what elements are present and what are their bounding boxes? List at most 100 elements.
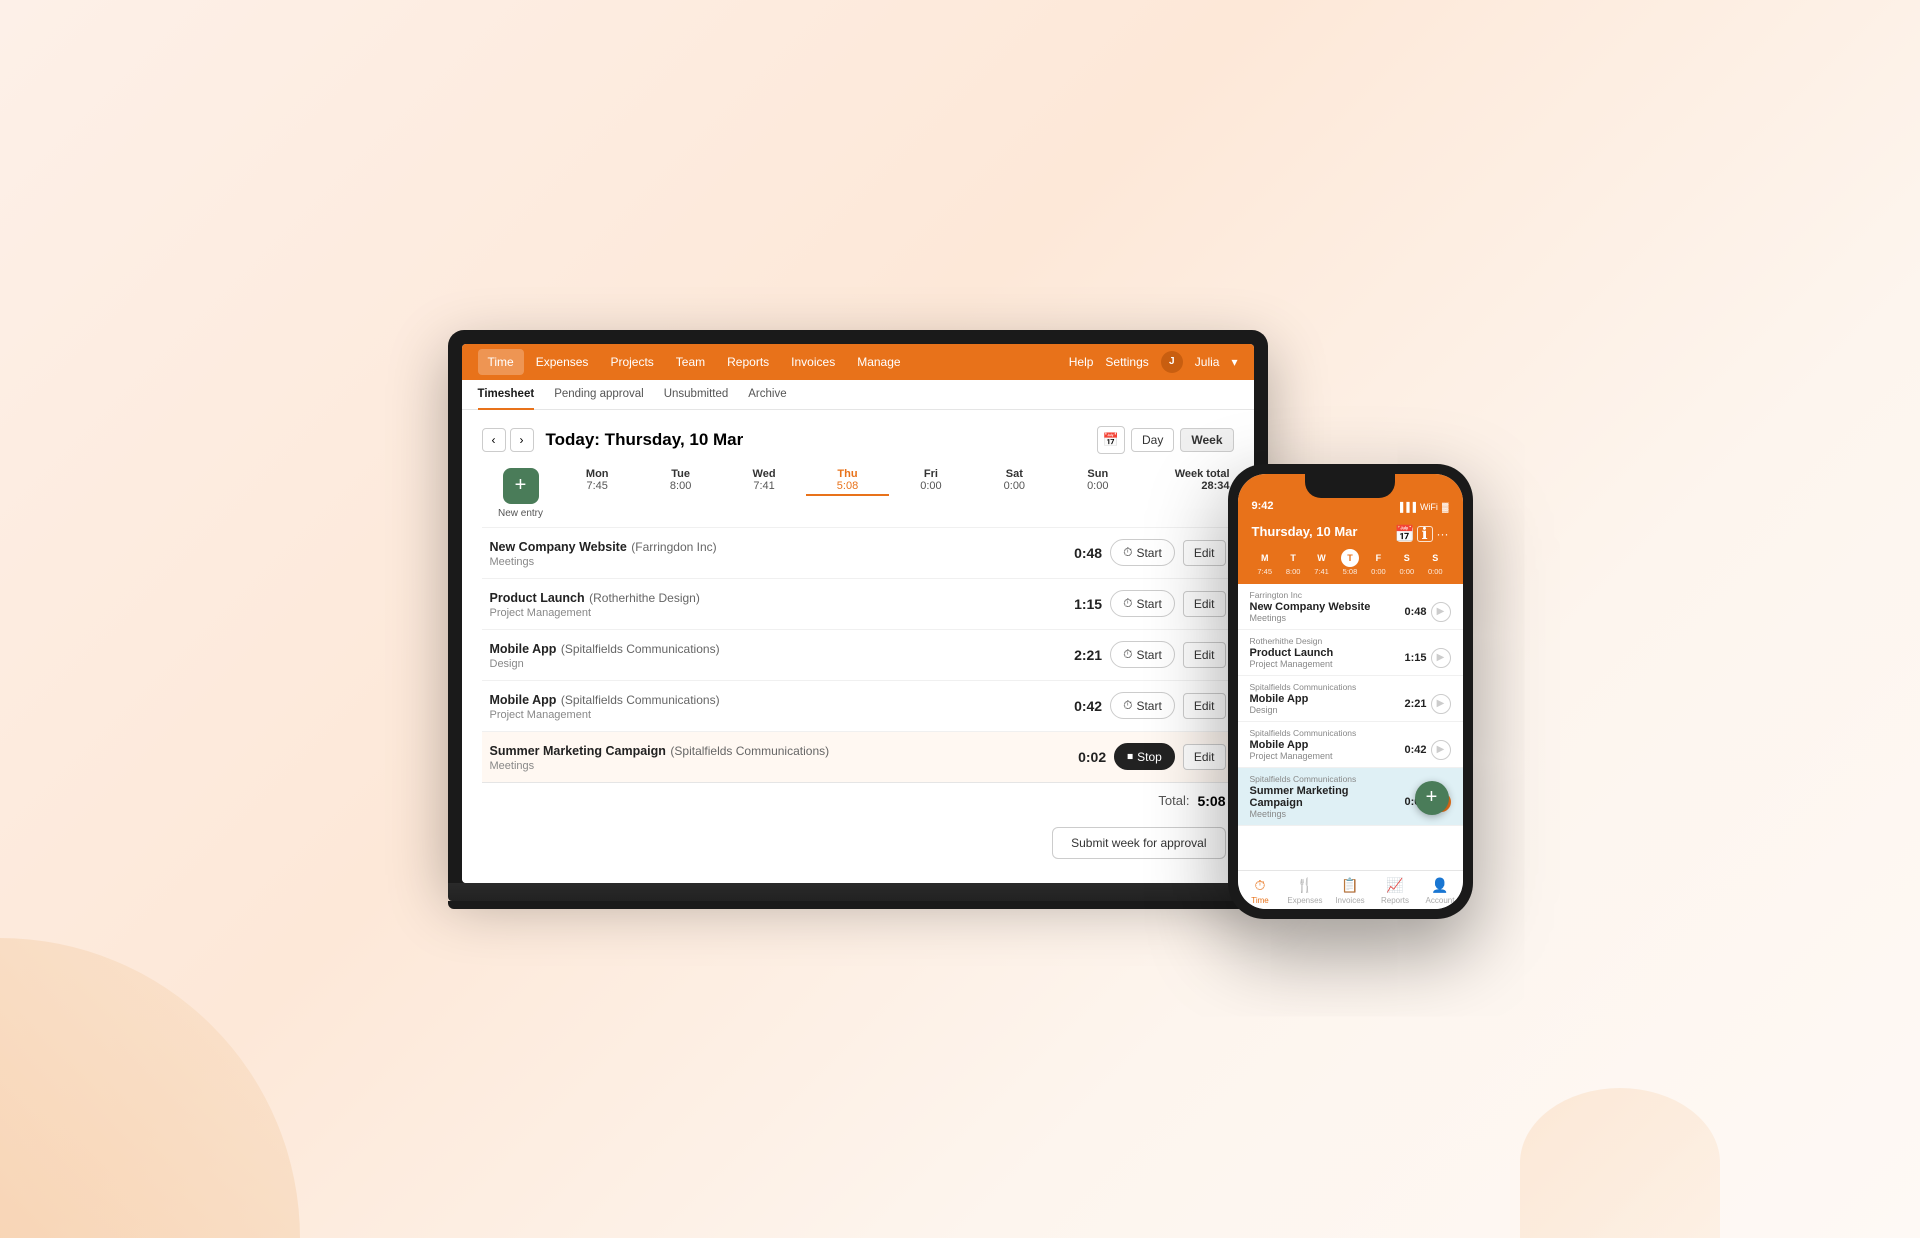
entry-edit-button-0[interactable]: Edit [1183, 540, 1226, 566]
nav-projects[interactable]: Projects [600, 349, 663, 375]
nav-time[interactable]: Time [478, 349, 524, 375]
entry-category-3: Project Management [490, 709, 1055, 721]
entry-category-1: Project Management [490, 607, 1055, 619]
day-col-tue: Tue 8:00 [639, 468, 722, 519]
entry-edit-button-2[interactable]: Edit [1183, 642, 1226, 668]
phone-body: 9:42 ▐▐▐ WiFi ▓ Thursday, 10 Mar 📅 ℹ [1228, 464, 1473, 919]
phone-day-tab-fri[interactable]: F 0:00 [1365, 549, 1391, 576]
entry-start-button-1[interactable]: ⏱ Start [1110, 590, 1175, 617]
nav-invoices[interactable]: Invoices [781, 349, 845, 375]
phone-day-tab-mon[interactable]: M 7:45 [1252, 549, 1278, 576]
submit-week-button[interactable]: Submit week for approval [1052, 827, 1225, 859]
phone-day-letter-thu: T [1341, 549, 1359, 567]
entry-stop-label-4: Stop [1137, 750, 1162, 764]
phone-day-hours-thu: 5:08 [1343, 567, 1358, 576]
signal-icon: ▐▐▐ [1397, 502, 1416, 512]
phone-nav-time[interactable]: ⏱ Time [1238, 877, 1283, 905]
phone-entry-play-0[interactable]: ▶ [1431, 602, 1451, 622]
day-hours-mon: 7:45 [587, 480, 608, 492]
phone-fab-button[interactable]: + [1415, 781, 1449, 815]
day-col-wed: Wed 7:41 [722, 468, 805, 519]
day-view-button[interactable]: Day [1131, 428, 1174, 452]
phone-nav-time-label: Time [1251, 896, 1268, 905]
phone-more-icon[interactable]: ··· [1437, 527, 1449, 541]
phone-entry-row-2: Mobile App Design 2:21 ▶ [1250, 693, 1451, 715]
day-name-tue: Tue [671, 468, 690, 480]
phone-day-letter-sat: S [1398, 549, 1416, 567]
entry-client-2: (Spitalfields Communications) [561, 642, 720, 656]
phone-nav-invoices[interactable]: 📋 Invoices [1328, 877, 1373, 905]
entry-start-label-0: Start [1136, 546, 1161, 560]
entry-edit-button-4[interactable]: Edit [1183, 744, 1226, 770]
phone-day-tab-wed[interactable]: W 7:41 [1308, 549, 1334, 576]
total-value: 5:08 [1197, 793, 1225, 809]
phone-day-hours-wed: 7:41 [1314, 567, 1329, 576]
entry-edit-button-1[interactable]: Edit [1183, 591, 1226, 617]
day-name-thu: Thu [837, 468, 857, 480]
calendar-icon-button[interactable]: 📅 [1097, 426, 1125, 454]
phone-device: 9:42 ▐▐▐ WiFi ▓ Thursday, 10 Mar 📅 ℹ [1228, 464, 1473, 919]
phone-entry-client-4: Spitalfields Communications [1250, 774, 1451, 784]
phone-day-tab-sat[interactable]: S 0:00 [1394, 549, 1420, 576]
nav-manage[interactable]: Manage [847, 349, 910, 375]
clock-icon-0: ⏱ [1123, 545, 1132, 560]
app-main-content: ‹ › Today: Thursday, 10 Mar 📅 Day Week [462, 410, 1254, 883]
entry-start-button-0[interactable]: ⏱ Start [1110, 539, 1175, 566]
tab-archive[interactable]: Archive [748, 380, 786, 410]
app-navbar: Time Expenses Projects Team Reports Invo… [462, 344, 1254, 380]
entry-project-4: Summer Marketing Campaign [490, 744, 666, 758]
phone-day-letter-tue: T [1284, 549, 1302, 567]
laptop-bezel: Time Expenses Projects Team Reports Invo… [448, 330, 1268, 883]
nav-help[interactable]: Help [1069, 355, 1094, 369]
plus-icon: + [503, 468, 539, 504]
nav-reports[interactable]: Reports [717, 349, 779, 375]
phone-day-tab-thu[interactable]: T 5:08 [1337, 549, 1363, 576]
phone-entry-play-1[interactable]: ▶ [1431, 648, 1451, 668]
phone-entry-cat-1: Project Management [1250, 659, 1334, 669]
phone-day-tab-sun[interactable]: S 0:00 [1422, 549, 1448, 576]
nav-team[interactable]: Team [666, 349, 715, 375]
phone-nav-expenses-label: Expenses [1287, 896, 1322, 905]
tab-unsubmitted[interactable]: Unsubmitted [664, 380, 729, 410]
entry-project-1: Product Launch [490, 591, 585, 605]
time-entry-1: Product Launch (Rotherhithe Design) Proj… [482, 578, 1234, 629]
phone-calendar-icon[interactable]: 📅 [1397, 526, 1413, 542]
day-col-sat: Sat 0:00 [973, 468, 1056, 519]
entry-info-3: Mobile App (Spitalfields Communications)… [490, 691, 1055, 721]
nav-expenses[interactable]: Expenses [526, 349, 599, 375]
user-avatar[interactable]: J [1161, 351, 1183, 373]
week-view-button[interactable]: Week [1180, 428, 1233, 452]
phone-entry-client-0: Farrington Inc [1250, 590, 1451, 600]
week-total-label: Week total [1140, 468, 1230, 480]
phone-time: 9:42 [1252, 500, 1274, 512]
phone-nav-account[interactable]: 👤 Account [1418, 877, 1463, 905]
entry-edit-button-3[interactable]: Edit [1183, 693, 1226, 719]
phone-entry-client-1: Rotherhithe Design [1250, 636, 1451, 646]
phone-nav-expenses-icon: 🍴 [1296, 877, 1313, 894]
phone-entry-main-0: New Company Website Meetings [1250, 601, 1371, 623]
tab-timesheet[interactable]: Timesheet [478, 380, 535, 410]
prev-date-button[interactable]: ‹ [482, 428, 506, 452]
phone-nav-account-label: Account [1426, 896, 1455, 905]
phone-day-tab-tue[interactable]: T 8:00 [1280, 549, 1306, 576]
phone-entry-main-3: Mobile App Project Management [1250, 739, 1333, 761]
entry-start-button-2[interactable]: ⏱ Start [1110, 641, 1175, 668]
entry-category-4: Meetings [490, 760, 1059, 772]
phone-entry-play-2[interactable]: ▶ [1431, 694, 1451, 714]
phone-entry-cat-0: Meetings [1250, 613, 1371, 623]
week-total-column: Week total 28:34 [1140, 468, 1230, 519]
phone-nav-expenses[interactable]: 🍴 Expenses [1283, 877, 1328, 905]
phone-nav-time-icon: ⏱ [1255, 877, 1266, 894]
phone-nav-reports[interactable]: 📈 Reports [1373, 877, 1418, 905]
nav-settings[interactable]: Settings [1105, 355, 1148, 369]
entry-start-button-3[interactable]: ⏱ Start [1110, 692, 1175, 719]
submit-row: Submit week for approval [482, 819, 1234, 867]
phone-entry-client-3: Spitalfields Communications [1250, 728, 1451, 738]
phone-info-icon[interactable]: ℹ [1417, 526, 1433, 542]
phone-nav-reports-label: Reports [1381, 896, 1409, 905]
phone-entry-play-3[interactable]: ▶ [1431, 740, 1451, 760]
next-date-button[interactable]: › [510, 428, 534, 452]
new-entry-button[interactable]: + New entry [486, 468, 556, 519]
tab-pending-approval[interactable]: Pending approval [554, 380, 644, 410]
entry-stop-button-4[interactable]: ⏹ Stop [1114, 743, 1175, 770]
